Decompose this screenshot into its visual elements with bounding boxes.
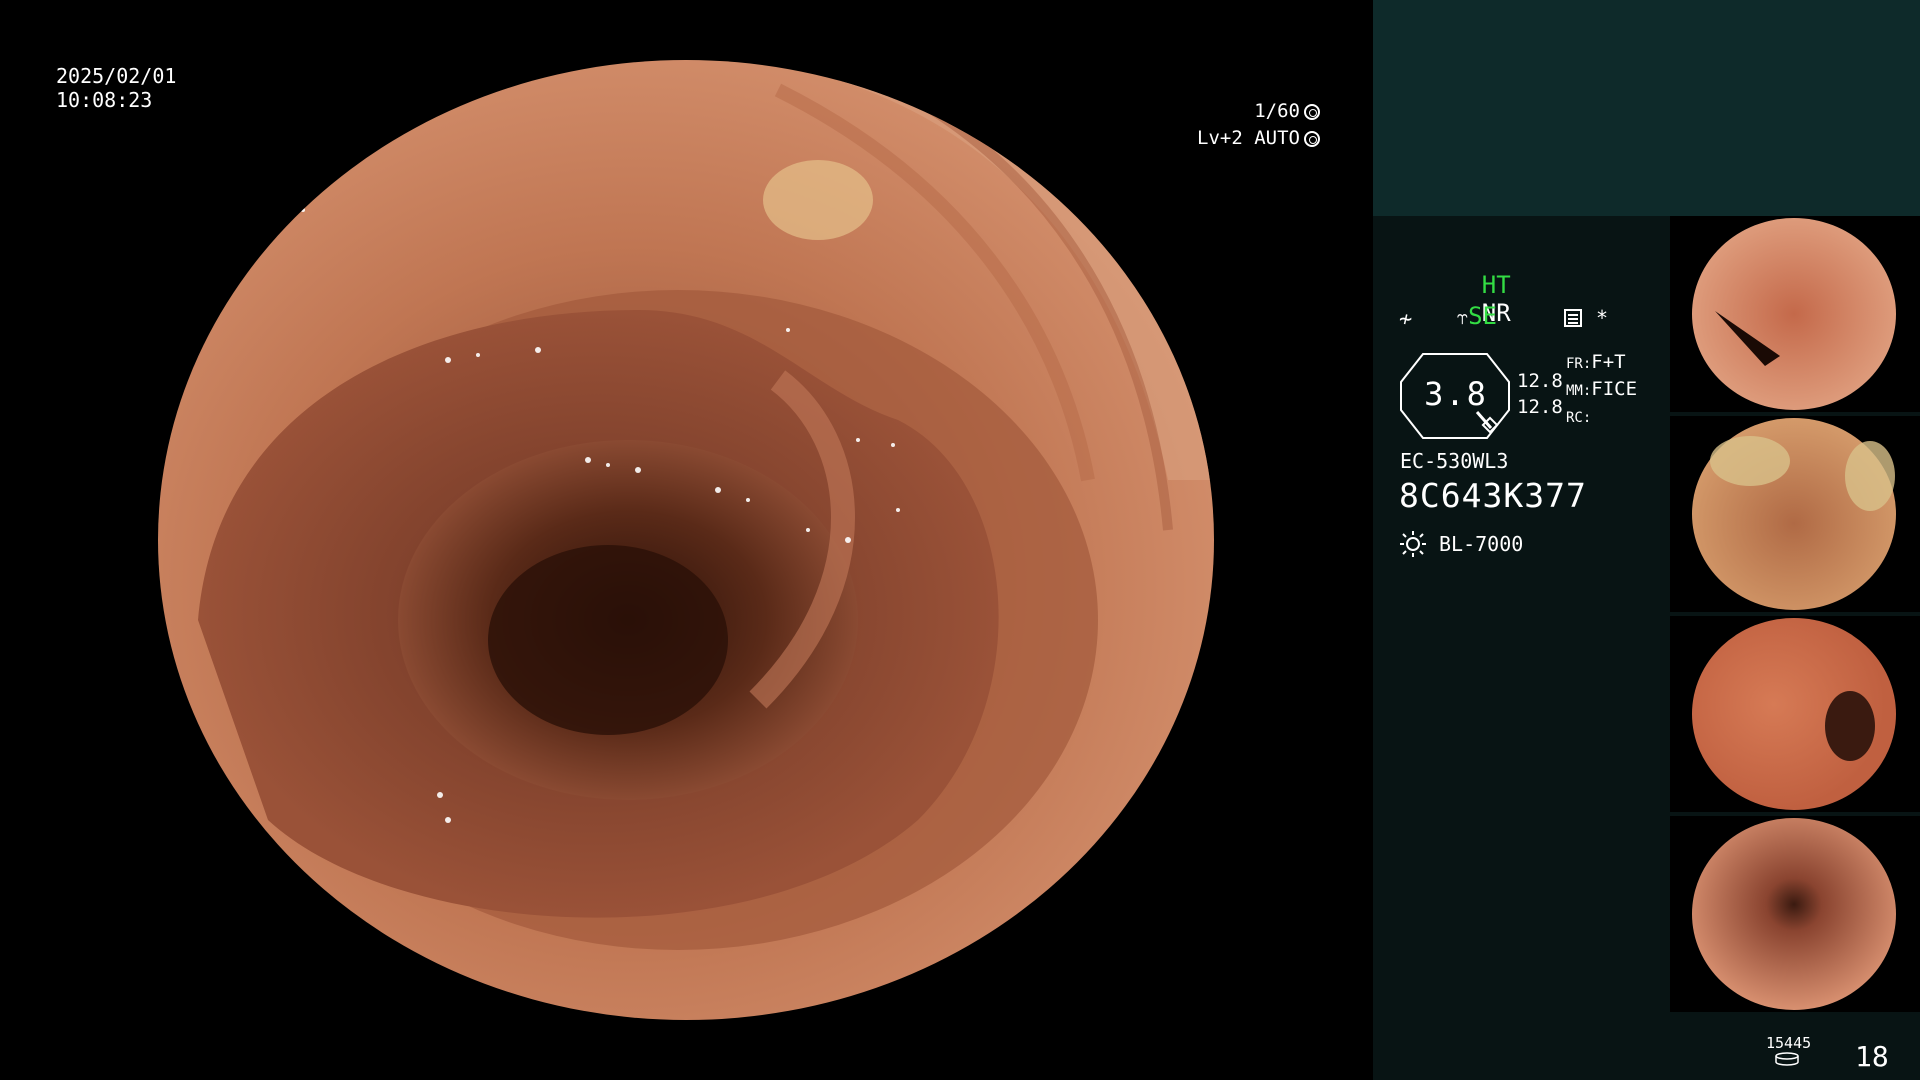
shutter-speed: 1/60 bbox=[1254, 100, 1300, 122]
zoom-num-1: 12.8 bbox=[1517, 370, 1563, 392]
fr-label: FR: bbox=[1566, 356, 1592, 372]
scope-model: EC-530WL3 bbox=[1400, 449, 1509, 473]
date-time-overlay: 2025/02/01 10:08:23 bbox=[56, 64, 176, 112]
fr-value: F+T bbox=[1591, 351, 1626, 373]
endoscope-main-view bbox=[158, 60, 1214, 1020]
thumbnail-1[interactable] bbox=[1670, 216, 1920, 412]
thumbnail-4[interactable] bbox=[1670, 816, 1920, 1012]
panel-header bbox=[1373, 0, 1920, 216]
asterisk-indicator: * bbox=[1596, 306, 1609, 330]
mm-value: FICE bbox=[1591, 378, 1638, 400]
zoom-num-2: 12.8 bbox=[1517, 396, 1563, 418]
exposure-info: 1/60 Lv+2 AUTO bbox=[1197, 98, 1320, 152]
disk-icon bbox=[1775, 1052, 1799, 1066]
menu-list-icon bbox=[1564, 309, 1582, 327]
zoom-value: 3.8 bbox=[1424, 375, 1488, 413]
thumbnail-3[interactable] bbox=[1670, 616, 1920, 812]
scope-bend-icon: ⥾ bbox=[1456, 305, 1469, 329]
sun-icon bbox=[1400, 531, 1426, 557]
se-indicator: SE bbox=[1468, 302, 1497, 330]
thumbnail-2[interactable] bbox=[1670, 416, 1920, 612]
time-text: 10:08:23 bbox=[56, 88, 153, 112]
light-source-label: BL-7000 bbox=[1439, 532, 1524, 556]
aperture-icon bbox=[1304, 103, 1320, 120]
storage-counter: 15445 bbox=[1766, 1034, 1812, 1052]
iris-mode: Lv+2 AUTO bbox=[1197, 127, 1300, 149]
light-source: BL-7000 bbox=[1399, 530, 1523, 558]
rc-label: RC: bbox=[1566, 410, 1592, 426]
magnifier-icon bbox=[1475, 411, 1499, 434]
scope-serial: 8C643K377 bbox=[1399, 476, 1587, 515]
processing-modes: FR:F+T MM:FICE RC: bbox=[1566, 350, 1637, 431]
curve-icon: ≁ bbox=[1399, 307, 1413, 332]
image-count: 18 bbox=[1855, 1040, 1889, 1073]
date-text: 2025/02/01 bbox=[56, 64, 177, 88]
iris-ring-icon bbox=[1304, 130, 1320, 147]
settings-icons: * bbox=[1564, 306, 1608, 330]
mm-label: MM: bbox=[1566, 383, 1592, 399]
zoom-numbers: 12.8 12.8 bbox=[1517, 368, 1563, 420]
